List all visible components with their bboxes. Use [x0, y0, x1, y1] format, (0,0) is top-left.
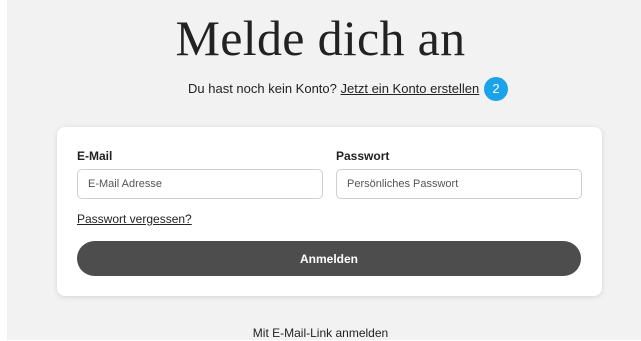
login-button[interactable]: Anmelden	[77, 241, 581, 276]
login-card: E-Mail Passwort Passwort vergessen? Anme…	[57, 127, 602, 296]
password-label: Passwort	[336, 149, 390, 163]
step-badge: 2	[484, 77, 508, 101]
forgot-password-link[interactable]: Passwort vergessen?	[77, 211, 192, 227]
email-label: E-Mail	[77, 149, 113, 163]
signup-prompt-text: Du hast noch kein Konto?	[188, 81, 337, 96]
email-link-login-link[interactable]: Mit E-Mail-Link anmelden	[0, 325, 641, 341]
password-field[interactable]	[336, 169, 582, 199]
signup-link[interactable]: Jetzt ein Konto erstellen	[341, 81, 480, 96]
page-title: Melde dich an	[175, 10, 466, 66]
email-field[interactable]	[77, 169, 323, 199]
signup-prompt: Du hast noch kein Konto? Jetzt ein Konto…	[188, 79, 479, 99]
